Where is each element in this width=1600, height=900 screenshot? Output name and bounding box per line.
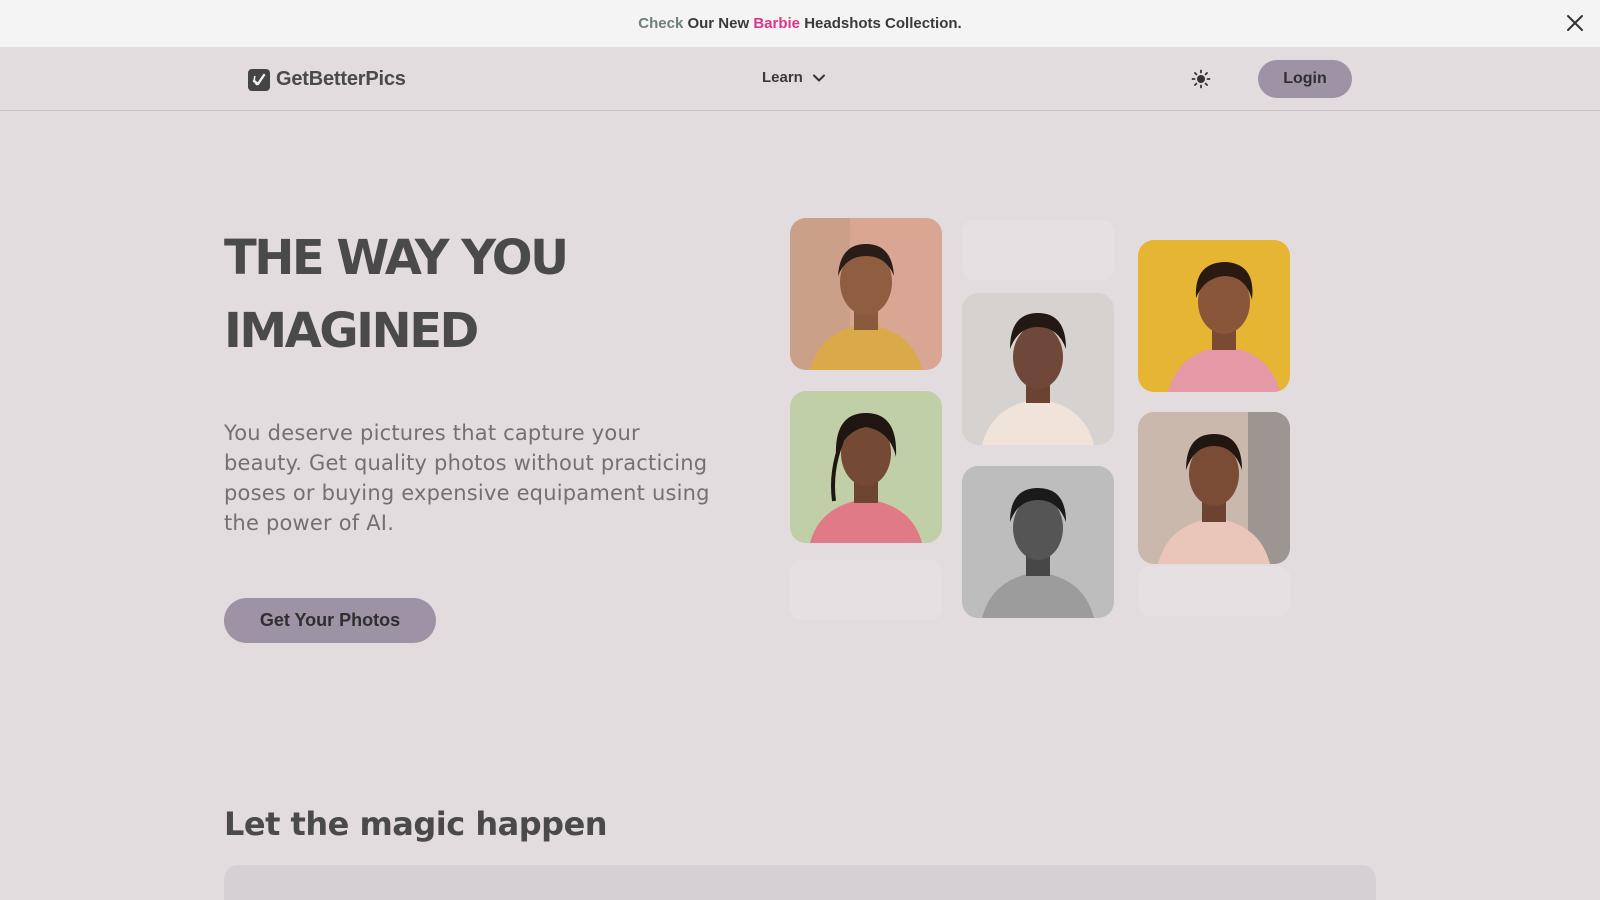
ghost-tile xyxy=(790,560,942,620)
announcement-text[interactable]: Check Our New Barbie Headshots Collectio… xyxy=(638,15,961,32)
announcement-our-new: Our New xyxy=(687,15,750,32)
close-icon[interactable] xyxy=(1564,12,1586,34)
hero-subtitle: You deserve pictures that capture your b… xyxy=(224,421,710,535)
login-button[interactable]: Login xyxy=(1258,60,1352,98)
learn-menu[interactable]: Learn xyxy=(762,69,825,86)
learn-label: Learn xyxy=(762,69,803,86)
announcement-barbie: Barbie xyxy=(753,15,801,32)
announcement-bar: Check Our New Barbie Headshots Collectio… xyxy=(0,0,1600,47)
ghost-tile xyxy=(1138,566,1290,616)
sun-icon[interactable] xyxy=(1191,69,1211,89)
portrait-photo-1 xyxy=(790,218,942,370)
brand-name: GetBetterPics xyxy=(276,68,406,90)
announcement-check: Check xyxy=(638,15,684,32)
portrait-photo-3 xyxy=(962,293,1114,445)
portrait-photo-4 xyxy=(962,466,1114,618)
hero-title-line-2: IMAGINED xyxy=(224,303,479,359)
portrait-photo-5 xyxy=(1138,240,1290,392)
hero-title-line-1: THE WAY YOU xyxy=(224,230,569,286)
portrait-photo-6 xyxy=(1138,412,1290,564)
announcement-rest: Headshots Collection. xyxy=(804,15,962,32)
get-your-photos-button[interactable]: Get Your Photos xyxy=(224,598,436,643)
chevron-down-icon xyxy=(812,74,825,82)
hero-title: THE WAY YOU IMAGINED xyxy=(224,222,724,368)
brand-logo[interactable]: GetBetterPics xyxy=(248,68,406,91)
content-panel xyxy=(224,865,1376,900)
portrait-photo-2 xyxy=(790,391,942,543)
logo-icon xyxy=(248,68,270,91)
section-title: Let the magic happen xyxy=(224,805,608,843)
top-navigation: GetBetterPics Learn Login xyxy=(0,47,1600,111)
ghost-tile xyxy=(962,220,1114,280)
